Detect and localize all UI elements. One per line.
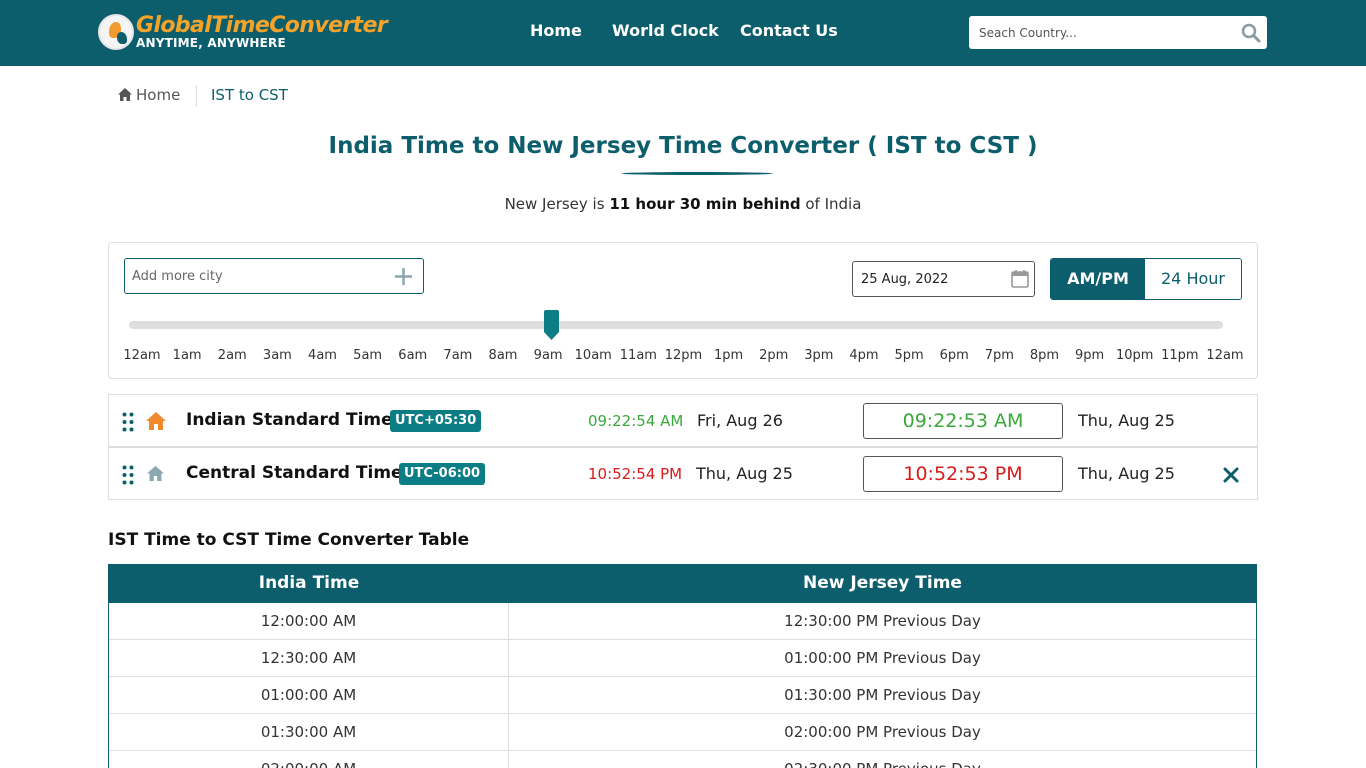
hour-label: 2pm (759, 348, 789, 363)
utc-offset-badge: UTC+05:30 (390, 410, 482, 432)
hour-label: 11pm (1161, 348, 1199, 363)
logo-tagline: ANYTIME, ANYWHERE (136, 36, 286, 50)
hour-label: 6pm (939, 348, 969, 363)
hour-label: 9am (533, 348, 563, 363)
breadcrumb-current: IST to CST (211, 86, 288, 104)
hour-label: 8am (488, 348, 518, 363)
set-home-zone-icon[interactable] (147, 465, 164, 482)
page-title: India Time to New Jersey Time Converter … (328, 133, 1038, 159)
time-input[interactable]: 09:22:53 AM (863, 403, 1063, 439)
table-cell: 02:30:00 PM Previous Day (509, 751, 1256, 768)
table-cell: 02:00:00 PM Previous Day (784, 723, 981, 741)
date-value: 25 Aug, 2022 (861, 272, 949, 287)
time-difference-text: New Jersey is 11 hour 30 min behind of I… (504, 195, 862, 213)
nav-home-link[interactable]: Home (530, 21, 582, 40)
table-row: 01:00:00 AM 01:30:00 PM Previous Day (109, 677, 1256, 714)
hour-label: 1pm (714, 348, 744, 363)
table-cell: 12:30:00 AM (109, 640, 509, 677)
hour-label: 3am (262, 348, 292, 363)
converted-date: Thu, Aug 25 (1078, 464, 1175, 483)
time-format-toggle: AM/PM 24 Hour (1050, 258, 1242, 300)
country-search-input[interactable] (969, 16, 1229, 49)
breadcrumb-home-label: Home (136, 86, 181, 104)
home-icon (118, 88, 132, 101)
hour-label: 12am (123, 348, 161, 363)
hour-label: 4pm (849, 348, 879, 363)
table-cell: 12:00:00 AM (109, 603, 509, 640)
table-cell: 02:00:00 AM (109, 751, 509, 768)
timezone-name: Central Standard Time (186, 463, 403, 483)
hour-label: 2am (217, 348, 247, 363)
column-header: New Jersey Time (803, 573, 962, 593)
hour-label: 8pm (1029, 348, 1060, 363)
time-input[interactable]: 10:52:53 PM (863, 456, 1063, 492)
timezone-row-ist: Indian Standard Time UTC+05:30 09:22:54 … (108, 394, 1258, 447)
hour-label: 10pm (1116, 348, 1154, 363)
time-difference-value: 11 hour 30 min behind (609, 195, 801, 213)
breadcrumb-divider (196, 85, 197, 107)
table-cell: 01:00:00 AM (109, 677, 509, 714)
hour-label: 4am (308, 348, 337, 363)
drag-handle-icon[interactable] (122, 465, 134, 485)
current-date: Thu, Aug 25 (696, 464, 793, 483)
timezone-name: Indian Standard Time (186, 410, 393, 430)
hour-label: 1am (172, 348, 202, 363)
drag-handle-icon[interactable] (122, 412, 134, 432)
time-slider-handle[interactable] (544, 310, 559, 340)
hour-scale: 12am 1am 2am 3am 4am 5am 6am 7am 8am 9am 10am 11am 1… (0, 348, 1366, 366)
home-zone-icon[interactable] (146, 411, 166, 431)
ampm-button[interactable]: AM/PM (1051, 259, 1145, 299)
add-city-input[interactable] (125, 259, 385, 293)
calendar-icon[interactable] (1010, 269, 1030, 289)
hour-label: 12pm (664, 348, 703, 363)
24-hour-button[interactable]: 24 Hour (1145, 259, 1241, 299)
hour-label: 3pm (804, 348, 834, 363)
table-header: India Time New Jersey Time (109, 564, 1256, 603)
search-icon[interactable] (1241, 23, 1261, 43)
nav-world-clock-link[interactable]: World Clock (612, 21, 719, 40)
globe-logo-icon (98, 14, 134, 50)
hour-label: 7pm (984, 348, 1014, 363)
table-title: IST Time to CST Time Converter Table (108, 530, 470, 550)
table-cell: 01:00:00 PM Previous Day (784, 649, 981, 667)
table-row: 02:00:00 AM 02:30:00 PM Previous Day (109, 751, 1256, 768)
hour-label: 10am (574, 348, 612, 363)
current-time: 10:52:54 PM (588, 465, 683, 483)
hour-label: 6am (398, 348, 428, 363)
top-navbar: GlobalTimeConverter ANYTIME, ANYWHERE Ho… (0, 0, 1366, 66)
logo-title: GlobalTimeConverter (136, 13, 388, 38)
table-row: 01:30:00 AM 02:00:00 PM Previous Day (109, 714, 1256, 751)
close-icon[interactable] (1223, 467, 1239, 483)
hour-label: 9pm (1075, 348, 1105, 363)
table-row: 12:30:00 AM 01:00:00 PM Previous Day (109, 640, 1256, 677)
title-underline (621, 172, 773, 175)
plus-icon[interactable] (394, 267, 413, 286)
table-cell: 12:30:00 PM Previous Day (784, 612, 981, 630)
add-city-field (124, 258, 424, 294)
breadcrumb-home[interactable]: Home (118, 86, 180, 104)
hour-label: 5pm (894, 348, 924, 363)
nav-contact-link[interactable]: Contact Us (740, 21, 838, 40)
current-date: Fri, Aug 26 (697, 411, 783, 430)
hour-label: 5am (353, 348, 383, 363)
current-time: 09:22:54 AM (588, 412, 684, 430)
converted-date: Thu, Aug 25 (1078, 411, 1175, 430)
table-row: 12:00:00 AM 12:30:00 PM Previous Day (109, 603, 1256, 640)
conversion-table: India Time New Jersey Time 12:00:00 AM 1… (108, 564, 1257, 768)
utc-offset-badge: UTC-06:00 (399, 463, 486, 485)
country-search (969, 16, 1267, 49)
hour-label: 7am (443, 348, 473, 363)
table-cell: 01:30:00 AM (109, 714, 509, 751)
timezone-row-cst: Central Standard Time UTC-06:00 10:52:54… (108, 447, 1258, 500)
time-slider-track[interactable] (129, 321, 1223, 329)
date-picker[interactable]: 25 Aug, 2022 (852, 261, 1035, 297)
hour-label: 11am (619, 348, 657, 363)
table-cell: 01:30:00 PM Previous Day (784, 686, 981, 704)
column-header: India Time (258, 573, 360, 593)
site-logo[interactable]: GlobalTimeConverter ANYTIME, ANYWHERE (98, 13, 398, 54)
hour-label: 12am (1206, 348, 1244, 363)
